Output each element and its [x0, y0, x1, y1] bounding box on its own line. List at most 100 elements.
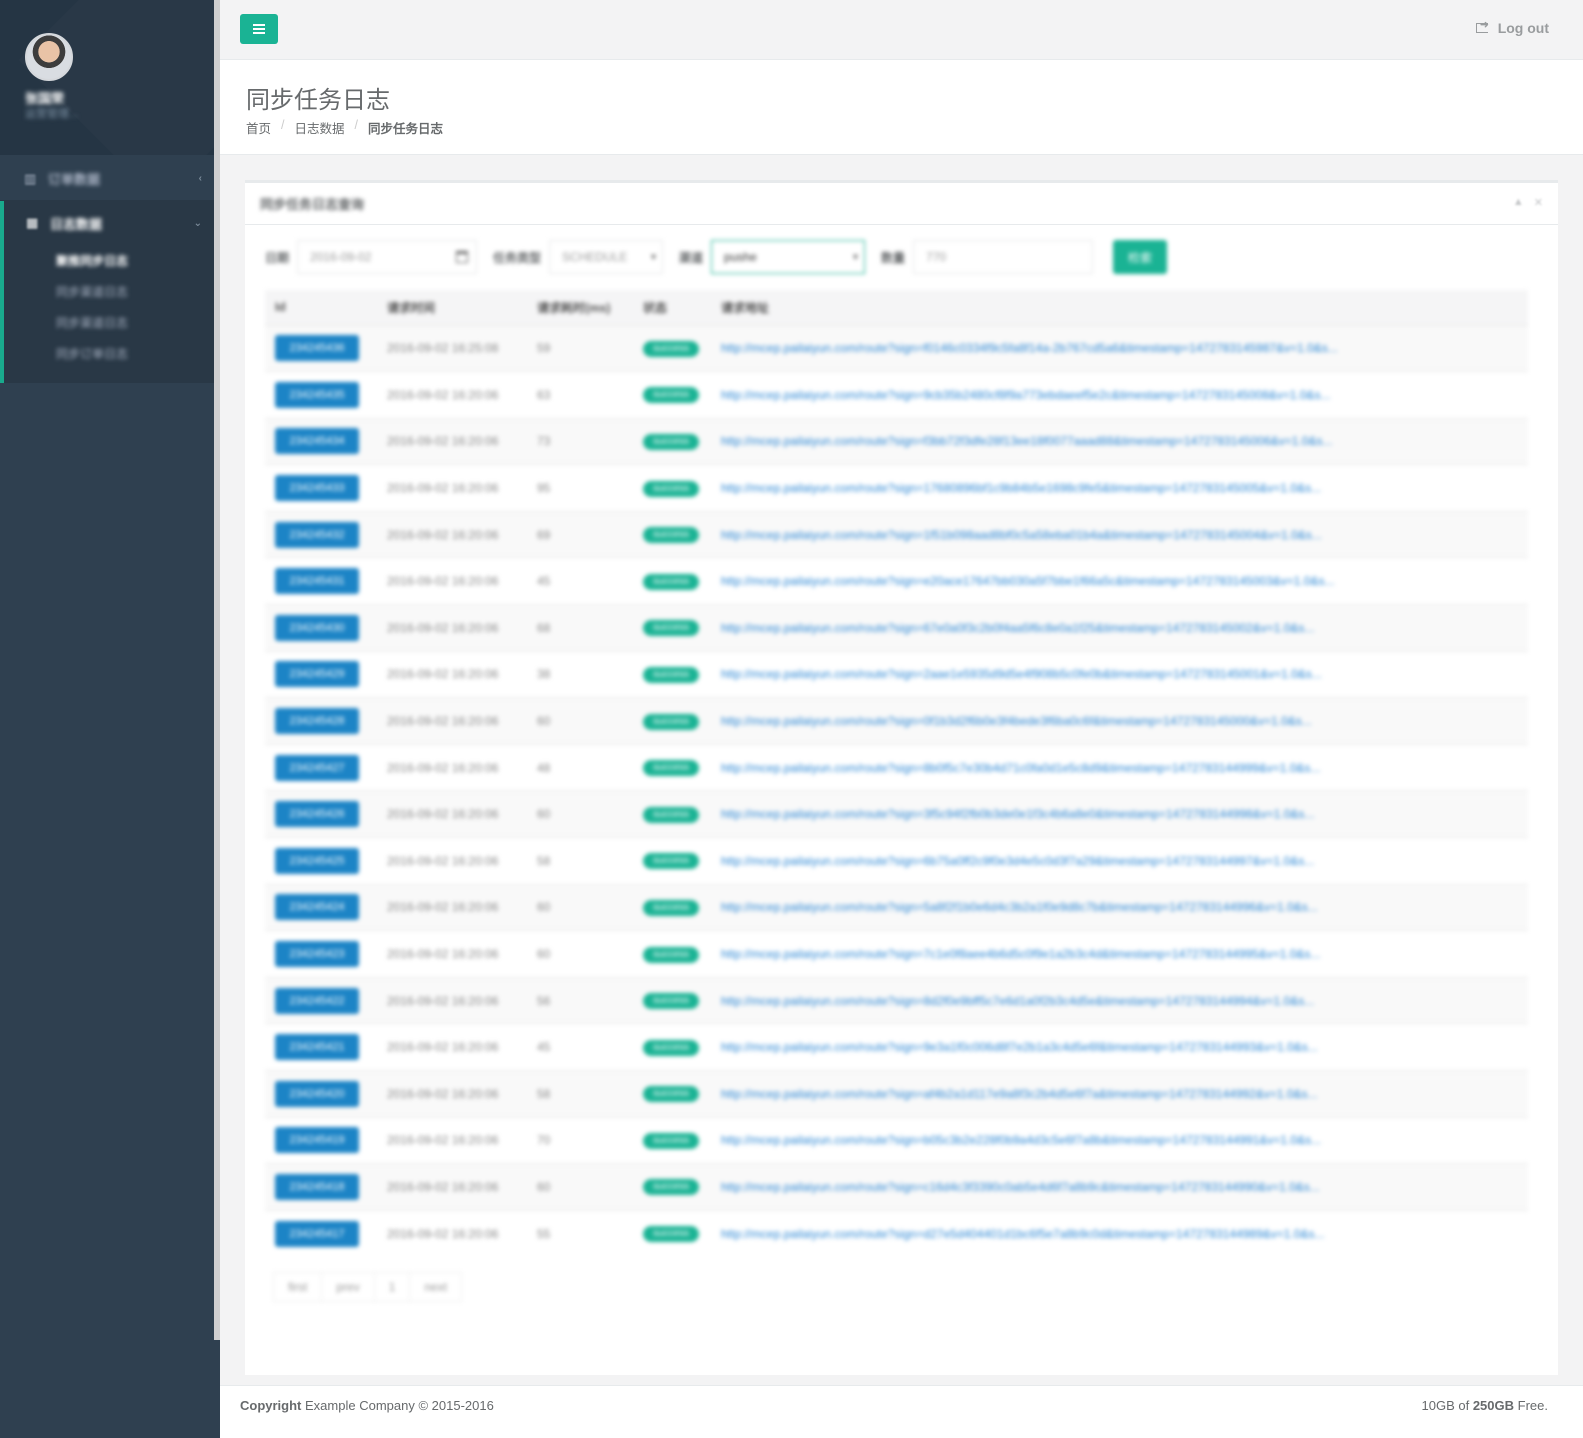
request-url-link[interactable]: http://mcep.pailaiyun.com/route?sign=f3b…: [721, 434, 1457, 448]
request-url-link[interactable]: http://mcep.pailaiyun.com/route?sign=5a8…: [721, 900, 1457, 914]
pager-first[interactable]: first: [274, 1273, 323, 1301]
cell-duration: 58: [527, 837, 633, 885]
status-badge: success: [643, 1132, 699, 1149]
request-url-link[interactable]: http://mcep.pailaiyun.com/route?sign=c16…: [721, 1180, 1457, 1194]
request-url-link[interactable]: http://mcep.pailaiyun.com/route?sign=d27…: [721, 1227, 1457, 1241]
request-url-link[interactable]: http://mcep.pailaiyun.com/route?sign=e20…: [721, 574, 1457, 588]
request-url-link[interactable]: http://mcep.pailaiyun.com/route?sign=7c1…: [721, 947, 1457, 961]
breadcrumb-separator: /: [281, 118, 285, 132]
menu-toggle-button[interactable]: [240, 14, 278, 44]
cell-id: 234245436: [265, 324, 377, 372]
request-url-link[interactable]: http://mcep.pailaiyun.com/route?sign=6b7…: [721, 854, 1457, 868]
sub-item-channel-log-2[interactable]: 同步渠道日志: [4, 307, 220, 338]
request-url-link[interactable]: http://mcep.pailaiyun.com/route?sign=0f1…: [721, 714, 1457, 728]
row-id-button[interactable]: 234245424: [275, 894, 359, 921]
row-id-button[interactable]: 234245423: [275, 941, 359, 968]
request-url-link[interactable]: http://mcep.pailaiyun.com/route?sign=9cb…: [721, 388, 1457, 402]
cell-duration: 58: [527, 1070, 633, 1118]
task-type-select[interactable]: SCHEDULE: [549, 240, 664, 274]
request-url-link[interactable]: http://mcep.pailaiyun.com/route?sign=af4…: [721, 1087, 1457, 1101]
cell-id: 234245425: [265, 837, 377, 885]
cell-time: 2016-09-02 16:20:06: [377, 1070, 527, 1118]
logout-link[interactable]: Log out: [1475, 18, 1549, 36]
calendar-icon[interactable]: [456, 251, 469, 263]
table-row: 234245421 2016-09-02 16:20:06 45 success htt…: [265, 1023, 1528, 1071]
request-url-link[interactable]: http://mcep.pailaiyun.com/route?sign=8b0…: [721, 761, 1457, 775]
search-button[interactable]: 检索: [1113, 240, 1168, 274]
row-id-button[interactable]: 234245428: [275, 708, 359, 735]
cell-time: 2016-09-02 16:20:06: [377, 697, 527, 745]
table-row: 234245435 2016-09-02 16:20:06 63 success htt…: [265, 371, 1528, 419]
nav-item-logs[interactable]: ▦ 日志数据 ⌄: [4, 201, 220, 245]
hamburger-icon: [253, 24, 265, 34]
column-header-status[interactable]: 状态: [633, 290, 711, 326]
breadcrumb-separator: /: [354, 118, 358, 132]
request-url-link[interactable]: http://mcep.pailaiyun.com/route?sign=2aa…: [721, 667, 1457, 681]
avatar[interactable]: [25, 33, 73, 81]
row-id-button[interactable]: 234245426: [275, 801, 359, 828]
close-icon[interactable]: ✕: [1534, 196, 1543, 209]
cell-time: 2016-09-02 16:20:06: [377, 650, 527, 698]
row-id-button[interactable]: 234245430: [275, 614, 359, 641]
status-badge: success: [643, 340, 699, 357]
row-id-button[interactable]: 234245436: [275, 335, 359, 362]
count-label: 数量: [881, 250, 906, 265]
row-id-button[interactable]: 234245429: [275, 661, 359, 688]
column-header-url[interactable]: 请求地址: [711, 290, 1528, 326]
request-url-link[interactable]: http://mcep.pailaiyun.com/route?sign=9e3…: [721, 1040, 1457, 1054]
cell-status: success: [633, 1209, 711, 1257]
row-id-button[interactable]: 234245418: [275, 1173, 359, 1200]
breadcrumb-home[interactable]: 首页: [246, 118, 271, 137]
status-badge: success: [643, 899, 699, 916]
channel-select[interactable]: pushe: [711, 240, 866, 274]
table-row: 234245427 2016-09-02 16:20:06 48 success htt…: [265, 743, 1528, 791]
row-id-button[interactable]: 234245435: [275, 381, 359, 408]
row-id-button[interactable]: 234245420: [275, 1080, 359, 1107]
status-badge: success: [643, 1226, 699, 1243]
cell-id: 234245424: [265, 883, 377, 931]
cell-status: success: [633, 883, 711, 931]
request-url-link[interactable]: http://mcep.pailaiyun.com/route?sign=f01…: [721, 341, 1457, 355]
row-id-button[interactable]: 234245422: [275, 987, 359, 1014]
column-header-duration[interactable]: 请求耗时(ms): [527, 290, 633, 326]
count-input[interactable]: 770: [913, 240, 1094, 274]
sub-item-sync-task-log[interactable]: 聚推同步日志: [4, 245, 220, 276]
pagination: first prev 1 next: [273, 1272, 463, 1302]
pager-prev[interactable]: prev: [322, 1273, 375, 1301]
row-id-button[interactable]: 234245431: [275, 568, 359, 595]
user-role[interactable]: 运营管理...: [25, 105, 78, 121]
status-badge: success: [643, 480, 699, 497]
cell-time: 2016-09-02 16:20:06: [377, 510, 527, 558]
row-id-button[interactable]: 234245434: [275, 428, 359, 455]
pager-next[interactable]: next: [410, 1273, 461, 1301]
row-id-button[interactable]: 234245425: [275, 847, 359, 874]
pager-page[interactable]: 1: [375, 1273, 411, 1301]
request-url-link[interactable]: http://mcep.pailaiyun.com/route?sign=b05…: [721, 1133, 1457, 1147]
row-id-button[interactable]: 234245427: [275, 754, 359, 781]
cell-id: 234245420: [265, 1070, 377, 1118]
date-input[interactable]: 2016-09-02: [297, 240, 478, 274]
column-header-time[interactable]: 请求时间: [377, 290, 527, 326]
table-row: 234245419 2016-09-02 16:20:06 70 success htt…: [265, 1116, 1528, 1164]
row-id-button[interactable]: 234245419: [275, 1127, 359, 1154]
request-url-link[interactable]: http://mcep.pailaiyun.com/route?sign=176…: [721, 481, 1457, 495]
row-id-button[interactable]: 234245421: [275, 1034, 359, 1061]
row-id-button[interactable]: 234245432: [275, 521, 359, 548]
row-id-button[interactable]: 234245417: [275, 1220, 359, 1247]
column-header-id[interactable]: Id: [265, 290, 377, 326]
request-url-link[interactable]: http://mcep.pailaiyun.com/route?sign=8d2…: [721, 994, 1457, 1008]
row-id-button[interactable]: 234245433: [275, 475, 359, 502]
sidebar-scrollbar[interactable]: [214, 0, 220, 1340]
breadcrumb-logs[interactable]: 日志数据: [295, 118, 345, 137]
collapse-icon[interactable]: ▲: [1513, 196, 1524, 209]
cell-id: 234245418: [265, 1163, 377, 1211]
nav-item-orders[interactable]: ▥ 订单数据 ‹: [0, 157, 220, 201]
sub-item-order-log[interactable]: 同步订单日志: [4, 338, 220, 369]
sub-item-channel-log-1[interactable]: 同步渠道日志: [4, 276, 220, 307]
request-url-link[interactable]: http://mcep.pailaiyun.com/route?sign=67e…: [721, 621, 1457, 635]
cell-url: http://mcep.pailaiyun.com/route?sign=0f1…: [711, 697, 1528, 745]
request-url-link[interactable]: http://mcep.pailaiyun.com/route?sign=1f5…: [721, 528, 1457, 542]
request-url-link[interactable]: http://mcep.pailaiyun.com/route?sign=3f5…: [721, 807, 1457, 821]
cell-duration: 60: [527, 1163, 633, 1211]
cell-duration: 73: [527, 417, 633, 465]
